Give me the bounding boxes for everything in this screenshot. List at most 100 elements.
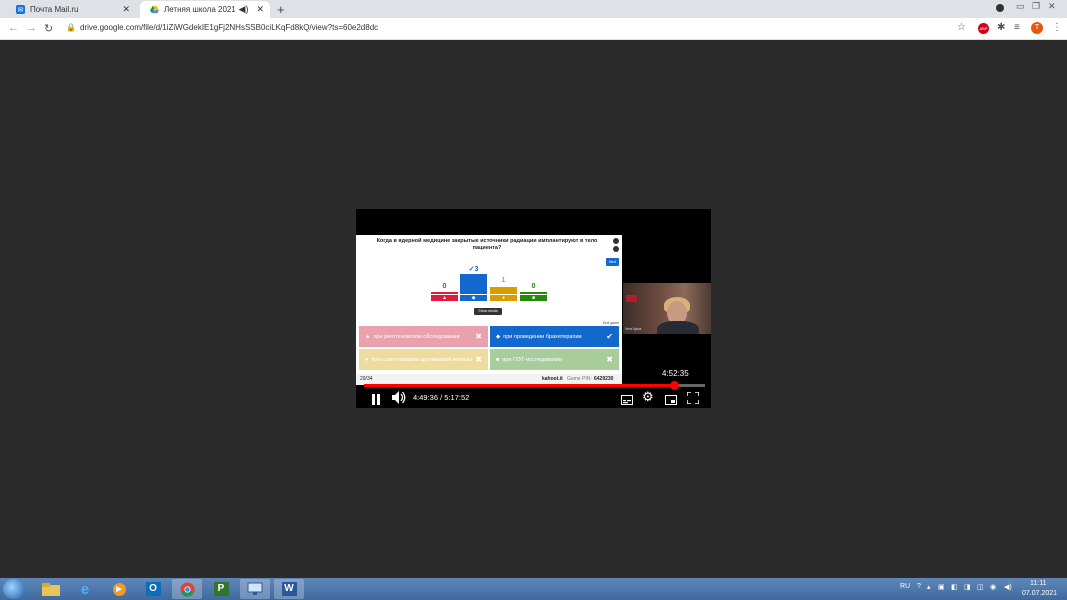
remote-desktop-icon[interactable] [240, 579, 270, 599]
google-drive-icon [150, 5, 159, 14]
profile-menu-icon[interactable] [996, 4, 1004, 12]
tray-app-icon[interactable]: ◨ [964, 583, 971, 591]
question-text: Когда в ядерной медицине закрытые источн… [376, 238, 598, 252]
miniplayer-icon[interactable] [665, 392, 677, 408]
menu-icon[interactable]: ⋮ [1052, 22, 1062, 33]
close-icon[interactable]: ✕ [122, 4, 130, 15]
result-bar [460, 274, 487, 294]
bookmark-star-icon[interactable]: ☆ [957, 22, 966, 33]
close-window-button[interactable]: ✕ [1048, 1, 1056, 12]
answer-text: при проведении брахитерапии [503, 333, 582, 340]
speaker-icon[interactable]: ◀) [239, 4, 249, 15]
answer-text: при сцинтиграфии щитовидной железы [371, 356, 473, 363]
bar-count: 0 [442, 283, 447, 290]
answer-option: ■ при ПЭТ-исследовании ✖ [490, 349, 619, 370]
volume-icon[interactable] [392, 391, 406, 408]
pause-button[interactable] [371, 392, 381, 408]
tab-drive[interactable]: Летняя школа 2021_День 2 ◀) ✕ [140, 1, 270, 18]
outlook-icon[interactable]: O [138, 579, 168, 599]
internet-explorer-icon[interactable]: e [70, 579, 100, 599]
volume-tray-icon[interactable]: ◀) [1004, 583, 1012, 591]
check-icon: ✔ [606, 332, 613, 341]
tray-app-icon[interactable]: ◫ [977, 583, 984, 591]
tab-title: Почта Mail.ru [30, 5, 79, 14]
answer-text: при ПЭТ-исследовании [502, 356, 563, 363]
windows-taskbar: e ▶ O P W RU ? ▴ ▣ ◧ ◨ ◫ ◉ ◀) 11:11 07.0… [0, 578, 1067, 600]
avatar[interactable]: T [1031, 22, 1043, 34]
forward-button[interactable]: → [26, 22, 37, 34]
circle-icon: ● [490, 295, 517, 301]
close-icon[interactable]: ✕ [256, 4, 264, 15]
tray-arrow-icon[interactable]: ▴ [927, 583, 931, 591]
square-icon: ■ [520, 295, 547, 301]
tray-app-icon[interactable]: ◉ [990, 583, 996, 591]
reload-button[interactable]: ↻ [44, 22, 53, 35]
word-icon[interactable]: W [274, 579, 304, 599]
new-tab-button[interactable]: + [277, 2, 285, 17]
media-player-icon[interactable]: ▶ [104, 579, 134, 599]
settings-gear-icon[interactable]: ⚙ [642, 389, 654, 405]
settings-icon [613, 246, 619, 252]
video-player[interactable]: Когда в ядерной медицине закрытые источн… [356, 209, 711, 408]
square-icon: ■ [496, 356, 500, 363]
help-icon[interactable]: ? [917, 583, 921, 590]
video-frame-slide: Когда в ядерной медицине закрытые источн… [356, 235, 622, 385]
triangle-icon: ▲ [365, 333, 371, 340]
mail-icon: ✉ [16, 5, 25, 14]
seek-tooltip: 4:52:35 [662, 369, 689, 378]
address-toolbar: ← → ↻ 🔒 drive.google.com/file/d/1iZiWGde… [0, 18, 1067, 40]
game-pin-label: Game PIN: [567, 376, 592, 382]
result-bar [431, 292, 458, 294]
result-bar [490, 287, 517, 294]
url-field[interactable]: drive.google.com/file/d/1iZiWGdekIE1gFj2… [80, 23, 378, 32]
end-game-label: End game [603, 321, 619, 325]
question-counter: 29/34 [360, 376, 373, 382]
answer-option: ▲ при рентгеновском обследовании ✖ [359, 326, 488, 347]
answer-text: при рентгеновском обследовании [373, 333, 460, 340]
cross-icon: ✖ [475, 332, 482, 341]
triangle-icon: ▲ [431, 295, 458, 301]
seek-handle[interactable] [670, 381, 679, 390]
bar-count: ✓3 [468, 266, 479, 273]
game-pin: 6429230 [594, 376, 614, 382]
fullscreen-icon[interactable] [686, 391, 700, 408]
cross-icon: ✖ [475, 355, 482, 364]
bar-count: 0 [531, 283, 536, 290]
restore-button[interactable]: ❐ [1032, 1, 1040, 12]
lock-icon[interactable]: 🔒 [66, 23, 76, 32]
clock-date[interactable]: 07.07.2021 [1022, 590, 1057, 597]
tab-mail[interactable]: ✉ Почта Mail.ru ✕ [6, 1, 136, 18]
tab-strip: ✉ Почта Mail.ru ✕ Летняя школа 2021_День… [0, 0, 1067, 18]
show-media-button: Show media [474, 308, 502, 315]
language-indicator[interactable]: RU [900, 583, 910, 590]
tab-title: Летняя школа 2021_День 2 [164, 5, 235, 14]
explorer-icon[interactable] [36, 579, 66, 599]
kahoot-brand: kahoot.it [542, 376, 563, 382]
close-icon [613, 238, 619, 244]
answer-option: ◆ при проведении брахитерапии ✔ [490, 326, 619, 347]
next-button: Next [606, 258, 619, 266]
adblock-icon[interactable]: ABP [978, 23, 989, 34]
minimize-button[interactable]: ▭ [1016, 1, 1025, 12]
captions-icon[interactable] [621, 392, 633, 408]
back-button[interactable]: ← [8, 22, 19, 34]
circle-icon: ● [365, 356, 369, 363]
seek-bar[interactable] [364, 381, 705, 390]
network-icon[interactable]: ▣ [938, 583, 945, 591]
answer-option: ● при сцинтиграфии щитовидной железы ✖ [359, 349, 488, 370]
project-icon[interactable]: P [206, 579, 236, 599]
time-display: 4:49:36 / 5:17:52 [413, 393, 470, 402]
seek-bar-played [364, 384, 674, 387]
bar-count: 1 [501, 277, 506, 284]
diamond-icon: ◆ [496, 333, 501, 340]
extensions-icon[interactable]: ✱ [997, 22, 1005, 33]
participant-name: Vera Ilyina [625, 327, 642, 331]
start-button[interactable] [3, 579, 25, 599]
cross-icon: ✖ [606, 355, 613, 364]
tray-app-icon[interactable]: ◧ [951, 583, 958, 591]
clock-time[interactable]: 11:11 [1030, 580, 1046, 587]
diamond-icon: ◆ [460, 295, 487, 301]
chrome-icon[interactable] [172, 579, 202, 599]
result-bar [520, 292, 547, 294]
reading-list-icon[interactable]: ≡ [1014, 22, 1020, 33]
